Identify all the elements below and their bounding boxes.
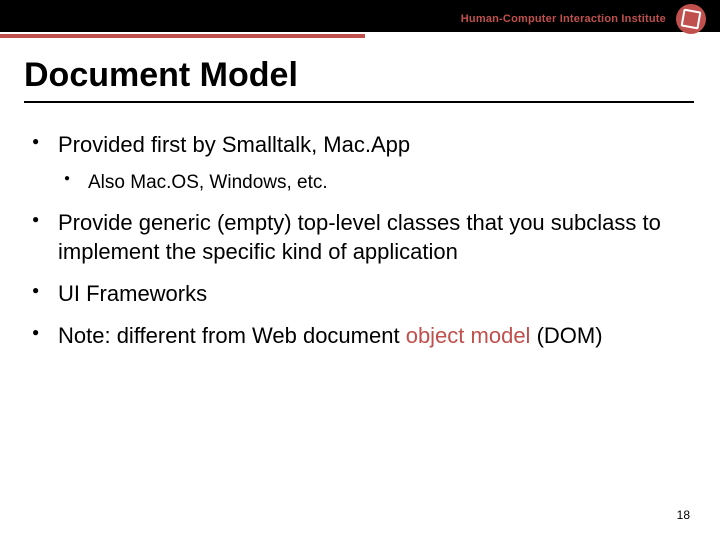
bullet-item: Provided first by Smalltalk, Mac.App Als…: [28, 131, 696, 195]
hcii-logo-icon: [676, 4, 706, 34]
bullet-text: Provide generic (empty) top-level classe…: [58, 210, 661, 263]
sub-bullet-list: Also Mac.OS, Windows, etc.: [58, 171, 696, 195]
accent-line: [0, 34, 365, 38]
bullet-item: Provide generic (empty) top-level classe…: [28, 209, 696, 265]
bullet-list: Provided first by Smalltalk, Mac.App Als…: [28, 131, 696, 350]
bullet-item: UI Frameworks: [28, 280, 696, 308]
sub-bullet-item: Also Mac.OS, Windows, etc.: [58, 171, 696, 195]
bullet-highlight: object model: [406, 323, 531, 348]
page-number: 18: [677, 508, 690, 522]
institute-name: Human-Computer Interaction Institute: [461, 13, 666, 25]
header-bar: Human-Computer Interaction Institute: [0, 0, 720, 32]
bullet-text: UI Frameworks: [58, 281, 207, 306]
sub-bullet-text: Also Mac.OS, Windows, etc.: [88, 172, 328, 193]
bullet-item: Note: different from Web document object…: [28, 322, 696, 350]
title-underline: [24, 101, 694, 103]
slide-title: Document Model: [24, 56, 720, 95]
header-right: Human-Computer Interaction Institute: [461, 4, 706, 34]
slide-content: Provided first by Smalltalk, Mac.App Als…: [28, 131, 696, 350]
bullet-text: Provided first by Smalltalk, Mac.App: [58, 132, 410, 157]
bullet-suffix: (DOM): [530, 323, 602, 348]
bullet-prefix: Note: different from Web document: [58, 323, 406, 348]
